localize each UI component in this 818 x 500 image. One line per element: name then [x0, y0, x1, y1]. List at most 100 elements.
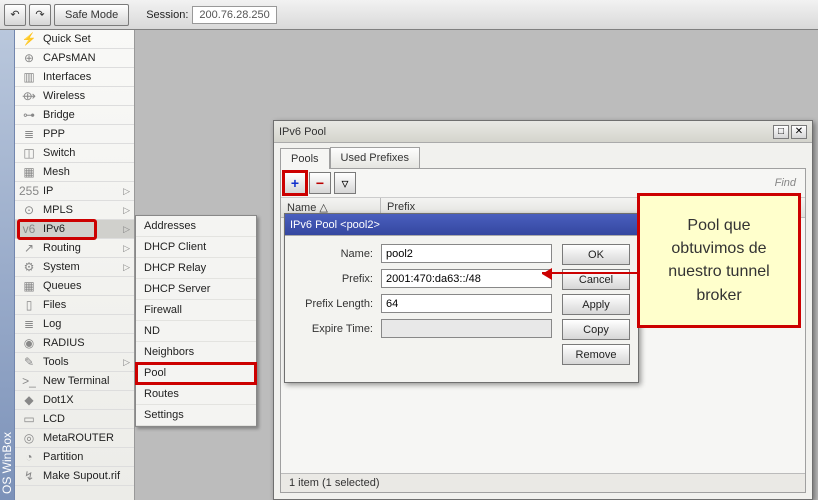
submenu-item-routes[interactable]: Routes — [136, 384, 256, 405]
sidebar-label: Switch — [43, 147, 75, 159]
chevron-right-icon: ▷ — [123, 262, 130, 273]
prefix-len-input[interactable] — [381, 294, 552, 313]
submenu-item-dhcp-server[interactable]: DHCP Server — [136, 279, 256, 300]
sidebar-label: Interfaces — [43, 71, 91, 83]
routing-icon: ↗ — [21, 240, 37, 256]
sidebar-item-quick-set[interactable]: ⚡Quick Set — [15, 30, 134, 49]
dialog-titlebar[interactable]: IPv6 Pool <pool2> — [285, 214, 638, 236]
sidebar-item-files[interactable]: ▯Files — [15, 296, 134, 315]
window-tabs: PoolsUsed Prefixes — [274, 143, 812, 168]
sidebar-item-bridge[interactable]: ⊶ Bridge — [15, 106, 134, 125]
sidebar-item-mesh[interactable]: ▦Mesh — [15, 163, 134, 182]
remove-button-dialog[interactable]: Remove — [562, 344, 630, 365]
submenu-item-dhcp-relay[interactable]: DHCP Relay — [136, 258, 256, 279]
metarouter-icon: ◎ — [21, 430, 37, 446]
log-icon: ≣ — [21, 316, 37, 332]
sidebar-label: System — [43, 261, 80, 273]
dialog-form: Name: Prefix: Prefix Length: Expire Time… — [293, 244, 552, 365]
sidebar-label: PPP — [43, 128, 65, 140]
safe-mode-button[interactable]: Safe Mode — [54, 4, 129, 26]
sidebar-item-lcd[interactable]: ▭ LCD — [15, 410, 134, 429]
new terminal-icon: >_ — [21, 373, 37, 389]
submenu-item-settings[interactable]: Settings — [136, 405, 256, 426]
queues-icon: ▦ — [21, 278, 37, 294]
sidebar-item-partition[interactable]: ◔Partition — [15, 448, 134, 467]
callout-note: Pool que obtuvimos de nuestro tunnel bro… — [637, 193, 801, 328]
ok-button[interactable]: OK — [562, 244, 630, 265]
chevron-right-icon: ▷ — [123, 224, 130, 235]
bridge-icon: ⊶ — [21, 107, 37, 123]
prefix-len-label: Prefix Length: — [293, 298, 373, 310]
filter-button[interactable]: ▿ — [334, 172, 356, 194]
sidebar-label: RADIUS — [43, 337, 85, 349]
sidebar-item-new-terminal[interactable]: >_ New Terminal — [15, 372, 134, 391]
sidebar-item-wireless[interactable]: ⟴Wireless — [15, 87, 134, 106]
copy-button[interactable]: Copy — [562, 319, 630, 340]
sidebar-item-mpls[interactable]: ⊙ MPLS ▷ — [15, 201, 134, 220]
minimize-button[interactable]: □ — [773, 125, 789, 139]
sidebar-item-capsman[interactable]: ⊕ CAPsMAN — [15, 49, 134, 68]
tools-icon: ✎ — [21, 354, 37, 370]
submenu-item-nd[interactable]: ND — [136, 321, 256, 342]
capsman-icon: ⊕ — [21, 50, 37, 66]
sidebar-item-log[interactable]: ≣Log — [15, 315, 134, 334]
chevron-right-icon: ▷ — [123, 243, 130, 254]
name-input[interactable] — [381, 244, 552, 263]
ppp-icon: ≣ — [21, 126, 37, 142]
expire-label: Expire Time: — [293, 323, 373, 335]
sidebar-label: Tools — [43, 356, 69, 368]
switch-icon: ◫ — [21, 145, 37, 161]
lcd-icon: ▭ — [21, 411, 37, 427]
submenu-item-dhcp-client[interactable]: DHCP Client — [136, 237, 256, 258]
sidebar-item-ipv6[interactable]: v6IPv6▷ — [15, 220, 134, 239]
sidebar-item-make-supout.rif[interactable]: ↯Make Supout.rif — [15, 467, 134, 486]
status-bar: 1 item (1 selected) — [281, 473, 805, 492]
sidebar-item-dot1x[interactable]: ◆ Dot1X — [15, 391, 134, 410]
sidebar-item-ip[interactable]: 255IP▷ — [15, 182, 134, 201]
sidebar-item-tools[interactable]: ✎Tools▷ — [15, 353, 134, 372]
prefix-input[interactable] — [381, 269, 552, 288]
system-icon: ⚙ — [21, 259, 37, 275]
submenu-item-pool[interactable]: Pool — [136, 363, 256, 384]
sidebar-label: Routing — [43, 242, 81, 254]
mpls-icon: ⊙ — [21, 202, 37, 218]
chevron-right-icon: ▷ — [123, 205, 130, 216]
sidebar-label: MPLS — [43, 204, 73, 216]
sidebar-label: Mesh — [43, 166, 70, 178]
tab-pools[interactable]: Pools — [280, 148, 330, 169]
remove-button[interactable]: − — [309, 172, 331, 194]
sidebar-label: LCD — [43, 413, 65, 425]
find-field[interactable]: Find — [775, 177, 802, 189]
sidebar-label: New Terminal — [43, 375, 109, 387]
sidebar-item-routing[interactable]: ↗ Routing ▷ — [15, 239, 134, 258]
window-title: IPv6 Pool — [279, 126, 326, 138]
submenu-item-neighbors[interactable]: Neighbors — [136, 342, 256, 363]
sidebar-label: Queues — [43, 280, 82, 292]
redo-button[interactable]: ↷ — [29, 4, 51, 26]
sidebar-item-system[interactable]: ⚙ System ▷ — [15, 258, 134, 277]
make supout.rif-icon: ↯ — [21, 468, 37, 484]
sidebar-label: Wireless — [43, 90, 85, 102]
submenu-item-firewall[interactable]: Firewall — [136, 300, 256, 321]
dot1x-icon: ◆ — [21, 392, 37, 408]
sidebar-label: CAPsMAN — [43, 52, 96, 64]
close-button[interactable]: ✕ — [791, 125, 807, 139]
sidebar-item-metarouter[interactable]: ◎MetaROUTER — [15, 429, 134, 448]
undo-button[interactable]: ↶ — [4, 4, 26, 26]
session-label: Session: — [146, 9, 188, 21]
sidebar-item-switch[interactable]: ◫ Switch — [15, 144, 134, 163]
add-button[interactable]: + — [284, 172, 306, 194]
sidebar-label: Dot1X — [43, 394, 74, 406]
ip-icon: 255 — [21, 183, 37, 199]
window-titlebar[interactable]: IPv6 Pool □ ✕ — [274, 121, 812, 143]
sidebar-item-ppp[interactable]: ≣ PPP — [15, 125, 134, 144]
submenu-item-addresses[interactable]: Addresses — [136, 216, 256, 237]
apply-button[interactable]: Apply — [562, 294, 630, 315]
files-icon: ▯ — [21, 297, 37, 313]
sidebar-label: Bridge — [43, 109, 75, 121]
tab-used-prefixes[interactable]: Used Prefixes — [330, 147, 420, 168]
sidebar-item-radius[interactable]: ◉RADIUS — [15, 334, 134, 353]
expire-input[interactable] — [381, 319, 552, 338]
sidebar-item-interfaces[interactable]: ▥Interfaces — [15, 68, 134, 87]
sidebar-item-queues[interactable]: ▦ Queues — [15, 277, 134, 296]
